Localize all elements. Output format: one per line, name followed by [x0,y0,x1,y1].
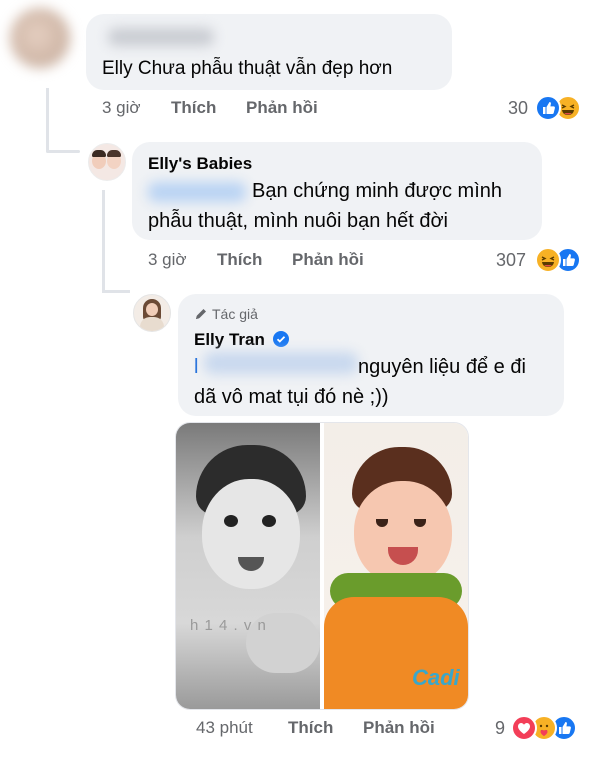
like-button[interactable]: Thích [288,718,333,738]
reaction-count[interactable]: 307 [496,250,526,271]
verified-badge-icon [272,331,289,347]
mention-redacted[interactable] [148,182,246,202]
elly-babies-avatar[interactable] [88,143,126,181]
photo-logo: Cadi [412,665,460,690]
like-button[interactable]: Thích [217,250,262,270]
baby-hair-right [107,150,121,157]
commenter-name-redacted[interactable] [108,28,214,46]
baby-face-bw [202,479,300,589]
avatar-face [146,303,158,316]
mention-redacted[interactable] [204,352,358,374]
reactions-group[interactable] [535,94,587,122]
baby-eye-right-bw [262,515,276,527]
reaction-count[interactable]: 9 [495,718,505,739]
comment-text-line1: nguyên liệu để e đi [358,356,526,378]
comment-text-line1: Bạn chứng minh được mình [252,180,503,202]
thread-line [46,88,49,152]
commenter-avatar[interactable] [10,8,70,68]
comment-bubble: Tác giả Elly Tran l nguyên liệu để e đi … [178,294,564,416]
bw-baby-photo: h 1 4 . v n [176,423,320,709]
baby-face-color [354,481,452,585]
comment-author-name[interactable]: Elly Tran [194,330,265,349]
thread-connector [46,150,80,153]
reactions-group[interactable] [535,246,587,274]
author-badge-label: Tác giả [212,306,258,322]
author-badge: Tác giả [194,306,258,324]
love-icon [511,715,537,741]
comment-time[interactable]: 3 giờ [102,98,141,118]
photo-watermark: h 1 4 . v n [190,617,267,634]
baby-hair-left [92,150,106,157]
comment-bubble: Elly's Babies Bạn chứng minh được mình p… [132,142,542,240]
comment-text: Elly Chưa phẫu thuật vẫn đẹp hơn [102,58,393,79]
like-button[interactable]: Thích [171,98,216,118]
haha-icon [535,247,561,273]
like-icon [535,95,561,121]
comment-author[interactable]: Elly's Babies [148,154,252,174]
color-baby-photo: Cadi [324,423,468,709]
thread-line-nested [102,190,105,290]
comment-author[interactable]: Elly Tran [194,330,289,350]
reaction-count[interactable]: 30 [508,98,528,119]
mention-prefix[interactable]: l [194,356,198,379]
comment-time[interactable]: 3 giờ [148,250,187,270]
elly-tran-avatar[interactable] [133,294,171,332]
comment-photo[interactable]: h 1 4 . v n Cadi [176,423,468,709]
reply-button[interactable]: Phản hồi [246,98,318,118]
thread-connector-nested [102,290,130,293]
avatar-body [140,317,164,331]
reply-button[interactable]: Phản hồi [363,718,435,738]
comment-time[interactable]: 43 phút [196,718,253,738]
reply-button[interactable]: Phản hồi [292,250,364,270]
orange-costume [324,597,468,709]
comment-text-line2: phẫu thuật, mình nuôi bạn hết đời [148,210,448,232]
reactions-group[interactable] [511,714,585,742]
comment-text-line2: dã vô mat tụi đó nè ;)) [194,386,389,408]
comment-bubble: Elly Chưa phẫu thuật vẫn đẹp hơn [86,14,452,90]
baby-eye-left-bw [224,515,238,527]
pen-icon [194,307,208,324]
